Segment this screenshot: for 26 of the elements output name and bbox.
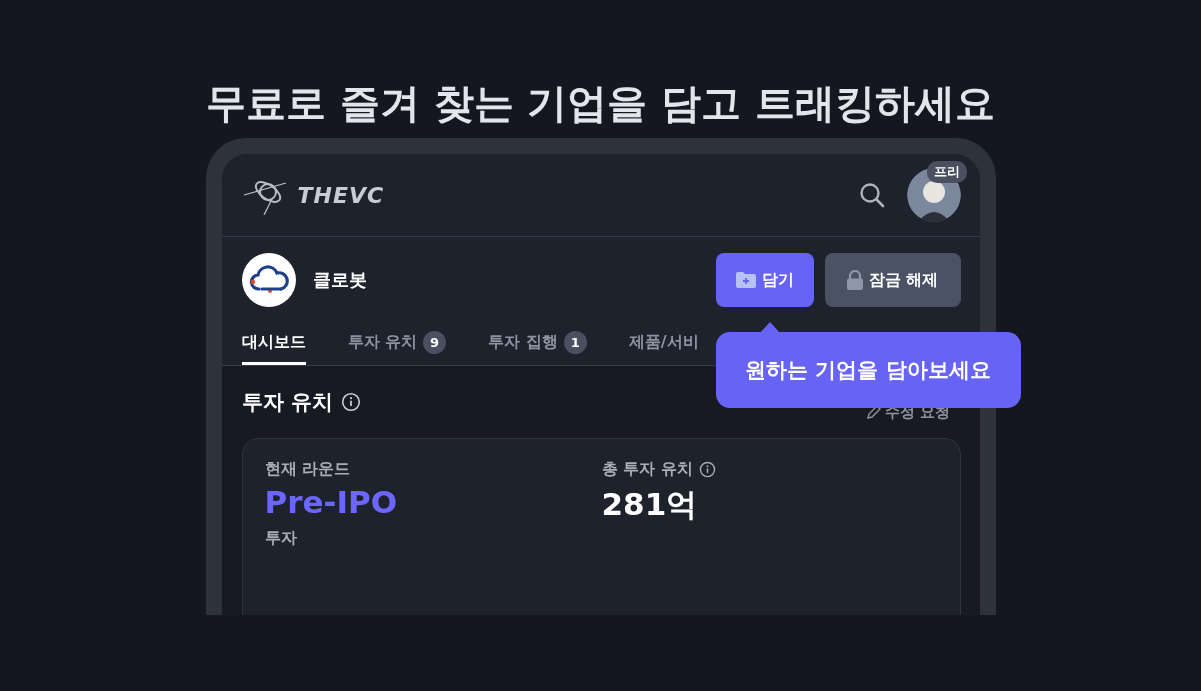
info-icon xyxy=(698,461,716,478)
lock-icon xyxy=(846,270,863,290)
brand-logo[interactable]: THEVC xyxy=(297,182,385,208)
unlock-button[interactable]: 잠금 해제 xyxy=(824,253,961,307)
headline: 무료로 즐겨 찾는 기업을 담고 트래킹하세요 xyxy=(205,79,996,128)
count-badge: 1 xyxy=(563,331,587,354)
stat-value: Pre-IPO xyxy=(264,484,398,520)
pencil-icon xyxy=(867,405,882,419)
cloud-logo-icon xyxy=(248,265,289,295)
stat-value: 281억 xyxy=(601,485,699,524)
search-icon[interactable] xyxy=(858,182,885,208)
company-name: 클로봇 xyxy=(312,268,367,292)
stat-caption: 투자 xyxy=(264,528,298,549)
save-button[interactable]: 담기 xyxy=(715,253,814,307)
folder-plus-icon xyxy=(735,272,756,288)
plan-badge: 프리 xyxy=(926,161,967,183)
tab[interactable]: 투자 유치 9 xyxy=(347,331,447,365)
stat-label: 현재 라운드 xyxy=(264,459,351,480)
tooltip: 원하는 기업을 담아보세요 xyxy=(715,332,1021,408)
tab[interactable]: 제품/서비 xyxy=(628,331,699,365)
tab[interactable]: 투자 집행 1 xyxy=(488,331,587,365)
count-badge: 9 xyxy=(423,331,447,354)
section-title: 투자 유치 xyxy=(241,389,333,416)
stat-label: 총 투자 유치 xyxy=(601,459,693,480)
info-icon xyxy=(340,392,361,412)
tab[interactable]: 대시보드 xyxy=(241,331,306,365)
